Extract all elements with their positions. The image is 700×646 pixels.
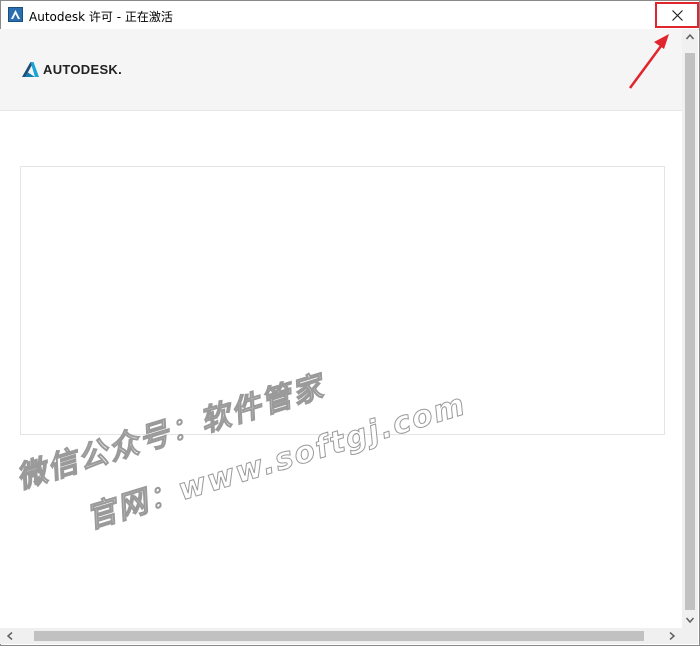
autodesk-logo: AUTODESK.: [22, 62, 122, 77]
vertical-scrollbar[interactable]: [682, 29, 698, 628]
chevron-right-icon: [669, 632, 675, 640]
window-title: Autodesk 许可 - 正在激活: [29, 10, 173, 24]
close-button[interactable]: [655, 2, 699, 28]
webview-content: AUTODESK.: [0, 29, 682, 628]
logo-text: AUTODESK.: [43, 62, 123, 77]
title-bar[interactable]: Autodesk 许可 - 正在激活: [1, 1, 699, 30]
scroll-up-button[interactable]: [682, 29, 698, 45]
chevron-up-icon: [686, 34, 694, 40]
activation-panel: [20, 166, 665, 435]
scroll-right-button[interactable]: [662, 628, 682, 644]
horizontal-scroll-thumb[interactable]: [34, 631, 644, 641]
vertical-scroll-thumb[interactable]: [685, 53, 695, 610]
autodesk-logo-icon: [22, 62, 39, 77]
scroll-down-button[interactable]: [682, 612, 698, 628]
header-band: AUTODESK.: [0, 29, 682, 111]
scrollbar-corner: [682, 628, 698, 644]
close-icon: [671, 9, 683, 21]
chevron-down-icon: [686, 617, 694, 623]
horizontal-scrollbar[interactable]: [0, 628, 682, 644]
scroll-left-button[interactable]: [0, 628, 20, 644]
autodesk-app-icon: [8, 7, 23, 22]
chevron-left-icon: [7, 632, 13, 640]
